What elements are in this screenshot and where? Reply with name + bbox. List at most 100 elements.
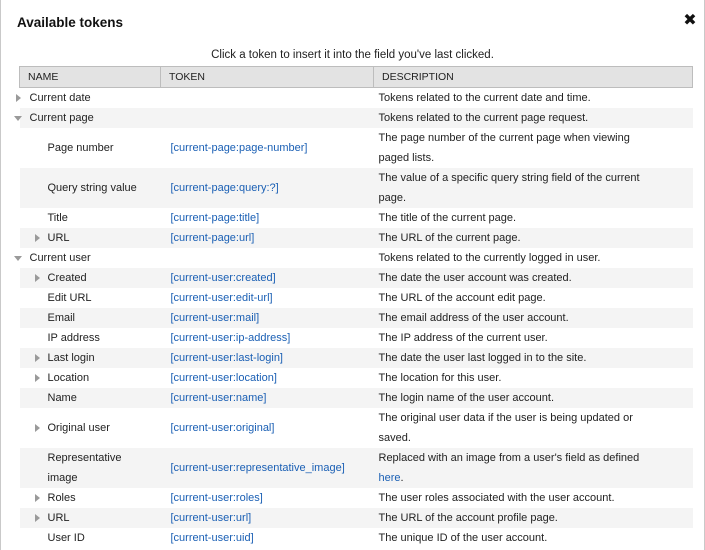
column-header-description: DESCRIPTION bbox=[373, 66, 693, 88]
token-link[interactable]: [current-user:original] bbox=[161, 408, 374, 448]
row-name-cell: Original user bbox=[20, 408, 161, 448]
table-row[interactable]: Name [current-user:name] The login name … bbox=[19, 388, 693, 408]
expand-arrow-icon[interactable] bbox=[34, 514, 40, 522]
token-link[interactable]: [current-user:created] bbox=[161, 268, 374, 288]
token-cell bbox=[161, 108, 374, 128]
table-row[interactable]: Page number [current-page:page-number] T… bbox=[19, 128, 693, 168]
description-line-2: paged lists. bbox=[378, 152, 435, 164]
token-name: Edit URL bbox=[47, 292, 92, 304]
collapse-arrow-icon[interactable] bbox=[13, 116, 22, 121]
description-cell: The location for this user. bbox=[378, 372, 502, 384]
description-cell: Replaced with an image from a user's fie… bbox=[374, 448, 693, 488]
expand-arrow-icon[interactable] bbox=[34, 424, 40, 432]
table-row[interactable]: Edit URL [current-user:edit-url] The URL… bbox=[19, 288, 693, 308]
expand-arrow-icon[interactable] bbox=[15, 94, 21, 102]
description-cell: The page number of the current page when… bbox=[374, 128, 693, 168]
row-name-cell: Representative image bbox=[20, 448, 161, 488]
description-cell: Tokens related to the current date and t… bbox=[378, 92, 591, 104]
token-link[interactable]: [current-user:uid] bbox=[161, 528, 374, 548]
description-cell: The email address of the user account. bbox=[378, 312, 569, 324]
table-row[interactable]: Last login [current-user:last-login] The… bbox=[19, 348, 693, 368]
description-cell: Tokens related to the currently logged i… bbox=[378, 252, 601, 264]
description-cell: The URL of the account profile page. bbox=[378, 512, 558, 524]
dialog-title: Available tokens bbox=[17, 15, 124, 30]
token-name: IP address bbox=[47, 332, 100, 344]
available-tokens-dialog: Available tokens ✖ Click a token to inse… bbox=[0, 0, 705, 550]
table-row[interactable]: IP address [current-user:ip-address] The… bbox=[19, 328, 693, 348]
table-row[interactable]: Title [current-page:title] The title of … bbox=[19, 208, 693, 228]
description-cell: The date the user account was created. bbox=[378, 272, 572, 284]
column-header-name: NAME bbox=[19, 66, 161, 88]
token-link[interactable]: [current-user:roles] bbox=[161, 488, 374, 508]
token-link[interactable]: [current-user:last-login] bbox=[161, 348, 374, 368]
table-row[interactable]: Created [current-user:created] The date … bbox=[19, 268, 693, 288]
token-cell bbox=[161, 88, 374, 109]
token-link[interactable]: [current-page:title] bbox=[161, 208, 374, 228]
row-name-cell: Current page bbox=[13, 108, 161, 128]
token-group-name: Current user bbox=[29, 252, 91, 264]
table-row[interactable]: Current date Tokens related to the curre… bbox=[15, 87, 693, 109]
token-name: Title bbox=[47, 212, 68, 224]
description-line-1: Replaced with an image from a user's fie… bbox=[378, 452, 640, 464]
row-name-cell: Current date bbox=[15, 88, 161, 109]
table-row[interactable]: Roles [current-user:roles] The user role… bbox=[19, 488, 693, 508]
description-cell: The login name of the user account. bbox=[378, 392, 555, 404]
table-row[interactable]: Query string value [current-page:query:?… bbox=[19, 168, 693, 208]
row-name-cell: Roles bbox=[20, 488, 161, 508]
expand-arrow-icon[interactable] bbox=[34, 354, 40, 362]
row-name-cell: Created bbox=[20, 268, 161, 288]
description-cell: The IP address of the current user. bbox=[378, 332, 548, 344]
table-row[interactable]: User ID [current-user:uid] The unique ID… bbox=[19, 528, 693, 548]
table-row[interactable]: Email [current-user:mail] The email addr… bbox=[19, 308, 693, 328]
description-line-1: The value of a specific query string fie… bbox=[378, 172, 640, 184]
token-link[interactable]: [current-user:representative_image] bbox=[161, 448, 374, 488]
description-cell: The unique ID of the user account. bbox=[378, 532, 548, 544]
row-name-cell: URL bbox=[20, 228, 161, 248]
table-row[interactable]: Current page Tokens related to the curre… bbox=[13, 108, 693, 128]
token-cell bbox=[161, 248, 374, 268]
table-row[interactable]: Representative image [current-user:repres… bbox=[19, 448, 693, 488]
row-name-cell: Email bbox=[20, 308, 161, 328]
table-row[interactable]: URL [current-page:url] The URL of the cu… bbox=[19, 228, 693, 248]
token-table: NAME TOKEN DESCRIPTION Current date Toke… bbox=[13, 66, 693, 548]
token-name: Page number bbox=[47, 142, 114, 154]
collapse-arrow-icon[interactable] bbox=[13, 256, 22, 261]
description-cell: The original user data if the user is be… bbox=[374, 408, 693, 448]
expand-arrow-icon[interactable] bbox=[34, 374, 40, 382]
token-link[interactable]: [current-user:name] bbox=[161, 388, 374, 408]
description-cell: The URL of the account edit page. bbox=[378, 292, 546, 304]
row-name-cell: URL bbox=[20, 508, 161, 528]
token-link[interactable]: [current-user:ip-address] bbox=[161, 328, 374, 348]
token-link[interactable]: [current-user:location] bbox=[161, 368, 374, 388]
table-row[interactable]: Location [current-user:location] The loc… bbox=[19, 368, 693, 388]
expand-arrow-icon[interactable] bbox=[34, 234, 40, 242]
description-line-2-tail: . bbox=[400, 472, 404, 484]
row-name-cell: Location bbox=[20, 368, 161, 388]
column-header-token: TOKEN bbox=[160, 66, 374, 88]
close-icon[interactable]: ✖ bbox=[681, 12, 699, 30]
expand-arrow-icon[interactable] bbox=[34, 494, 40, 502]
expand-arrow-icon[interactable] bbox=[34, 274, 40, 282]
row-name-cell: Last login bbox=[20, 348, 161, 368]
token-link[interactable]: [current-user:edit-url] bbox=[161, 288, 374, 308]
table-row[interactable]: URL [current-user:url] The URL of the ac… bbox=[19, 508, 693, 528]
token-link[interactable]: [current-user:url] bbox=[161, 508, 374, 528]
description-cell: The value of a specific query string fie… bbox=[374, 168, 693, 208]
token-link[interactable]: [current-page:page-number] bbox=[161, 128, 374, 168]
token-link[interactable]: [current-page:url] bbox=[161, 228, 374, 248]
description-cell: The date the user last logged in to the … bbox=[378, 352, 587, 364]
token-group-name: Current date bbox=[29, 92, 91, 104]
row-name-cell: User ID bbox=[20, 528, 161, 548]
description-cell: The title of the current page. bbox=[378, 212, 517, 224]
here-link[interactable]: here bbox=[379, 472, 401, 484]
description-cell: The user roles associated with the user … bbox=[378, 492, 615, 504]
table-row[interactable]: Original user [current-user:original] Th… bbox=[19, 408, 693, 448]
table-row[interactable]: Current user Tokens related to the curre… bbox=[13, 248, 693, 268]
description-line-2: saved. bbox=[378, 432, 411, 444]
dialog-titlebar: Available tokens ✖ bbox=[1, 0, 704, 44]
description-line-1: The original user data if the user is be… bbox=[378, 412, 633, 424]
token-name: Original user bbox=[47, 422, 110, 434]
row-name-cell: Name bbox=[20, 388, 161, 408]
token-link[interactable]: [current-page:query:?] bbox=[161, 168, 374, 208]
token-link[interactable]: [current-user:mail] bbox=[161, 308, 374, 328]
